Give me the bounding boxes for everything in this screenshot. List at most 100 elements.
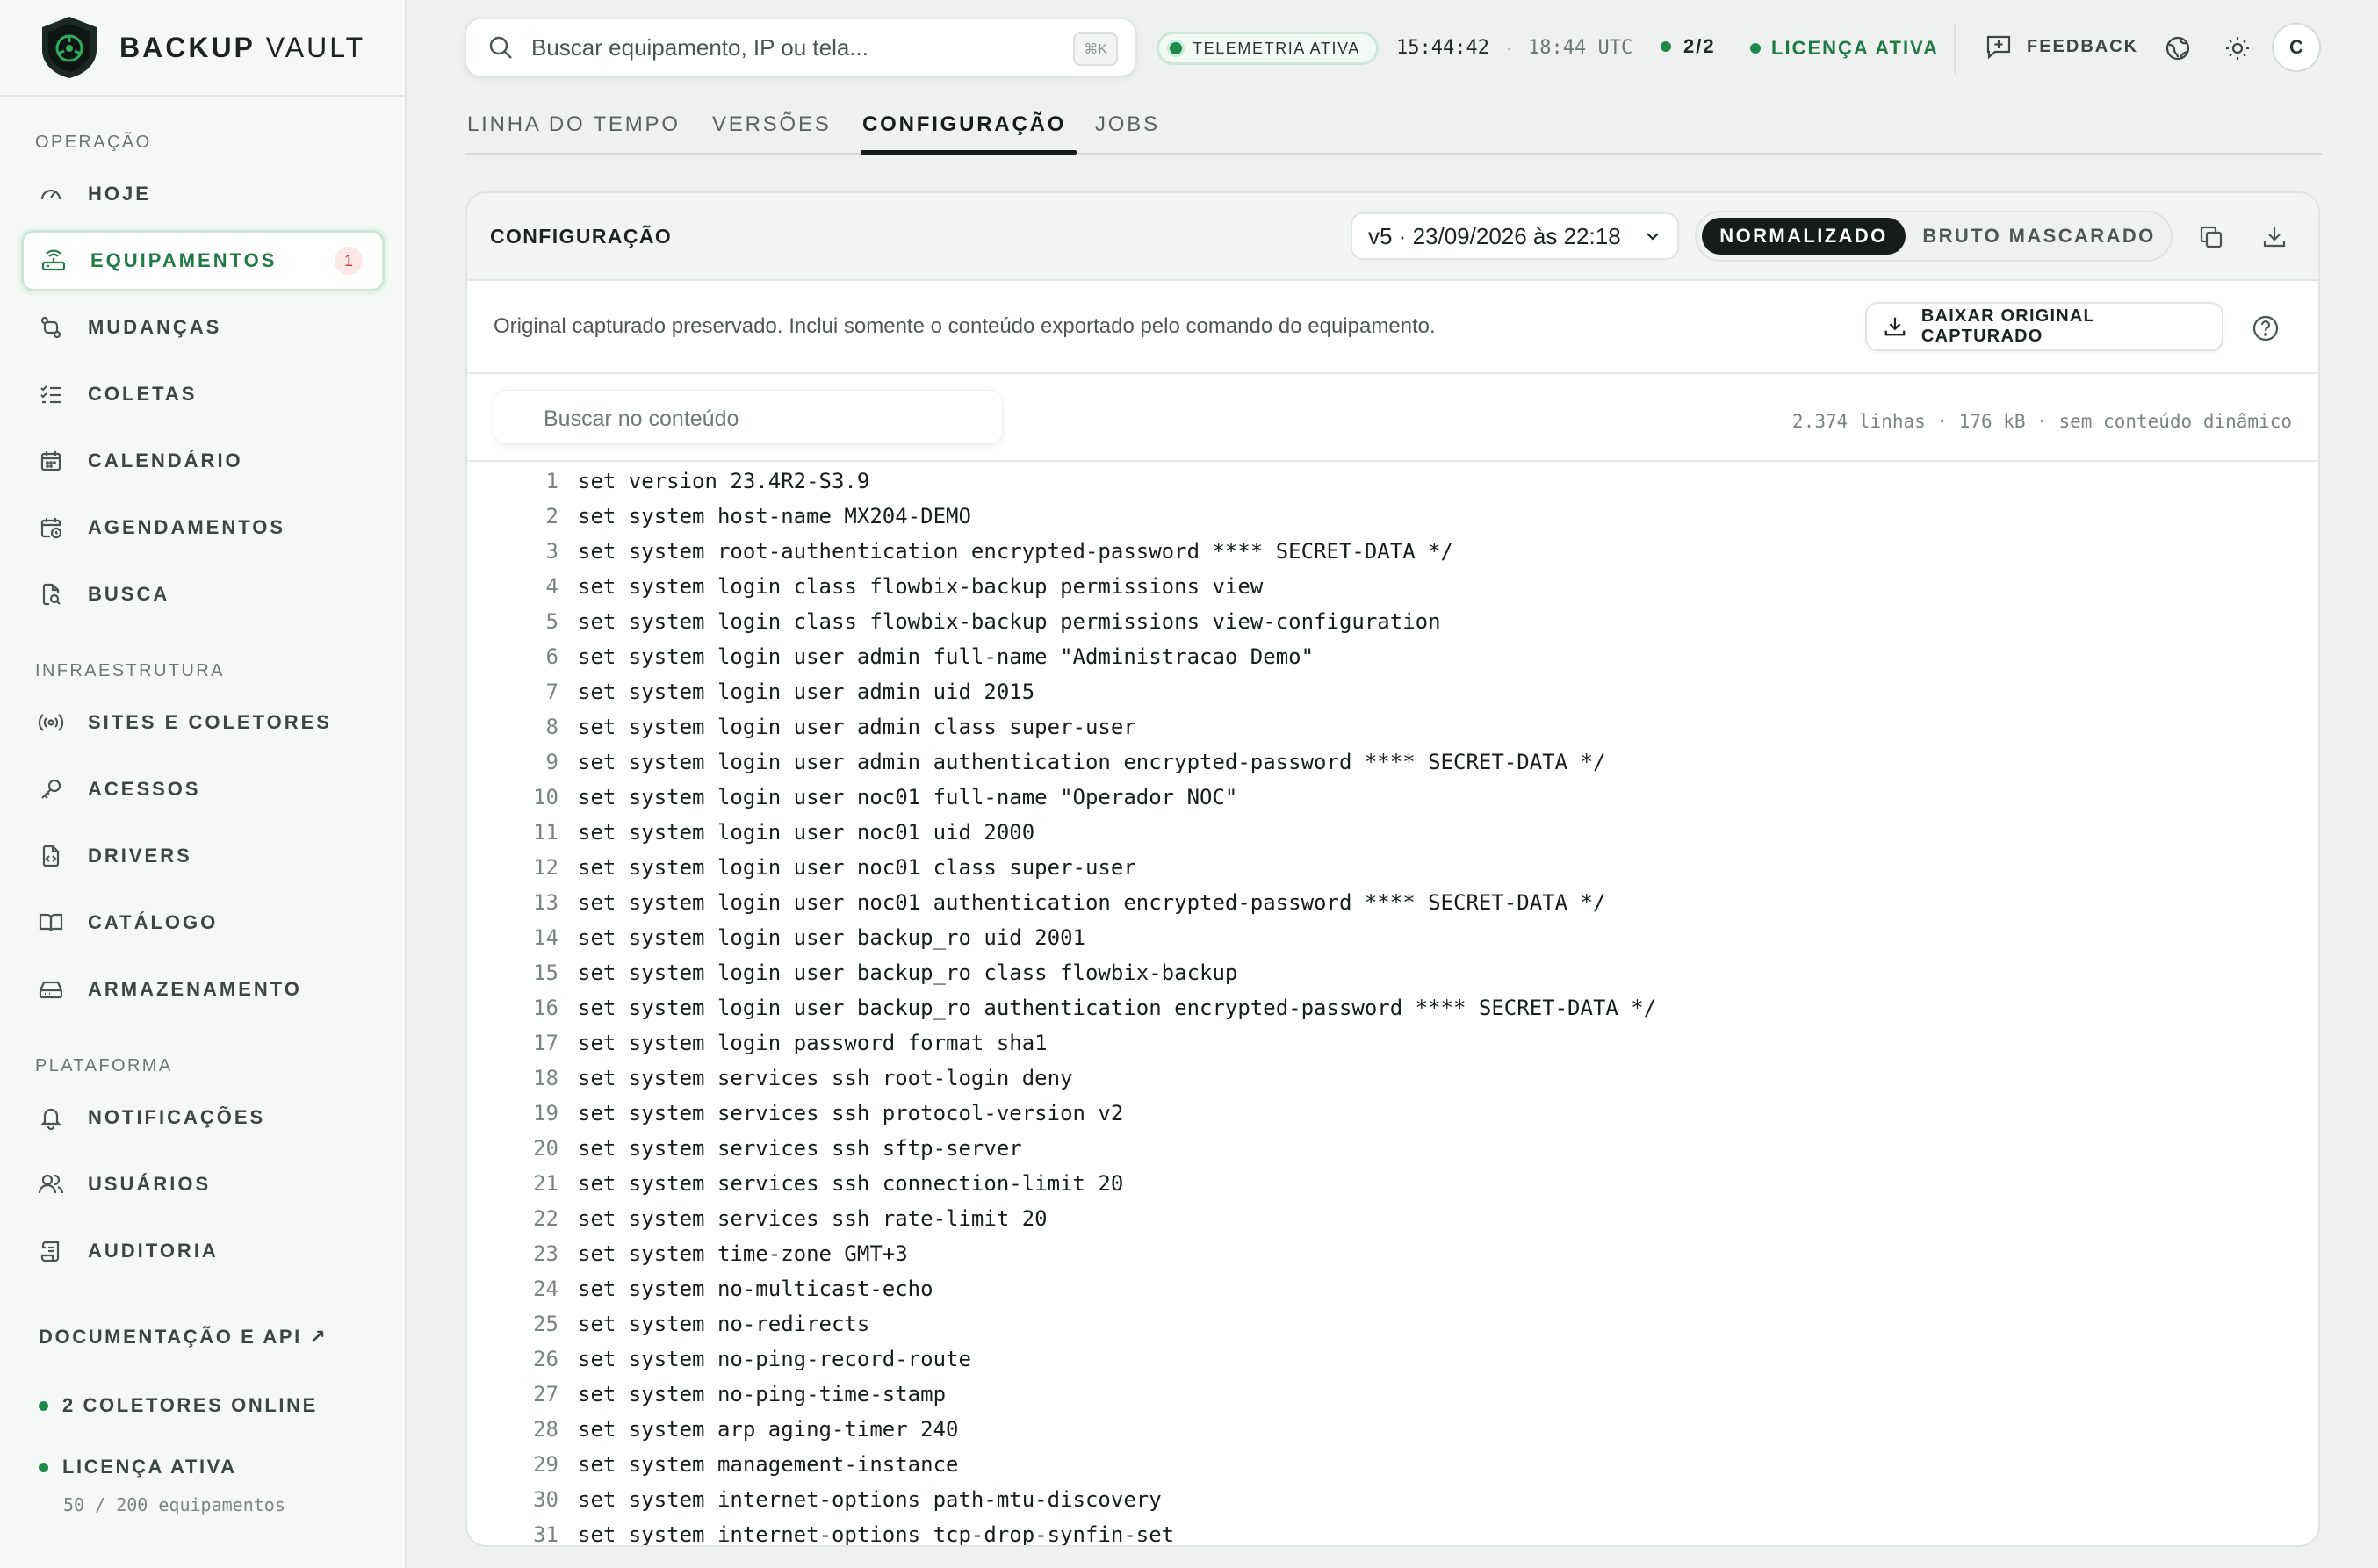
- help-circle-icon[interactable]: [2252, 314, 2280, 342]
- key-icon: [37, 775, 65, 803]
- line-text: set system login user noc01 uid 2000: [578, 820, 1035, 845]
- copy-icon[interactable]: [2194, 219, 2229, 255]
- download-icon[interactable]: [2257, 219, 2292, 255]
- code-line: 10 set system login user noc01 full-name …: [467, 780, 2318, 815]
- vault-shield-logo-icon: [42, 17, 97, 78]
- content-meta: 2.374 linhas · 176 kB · sem conteúdo din…: [1792, 411, 2292, 432]
- sidebar-item-auditoria[interactable]: AUDITORIA: [21, 1220, 385, 1282]
- telemetry-status-pill[interactable]: TELEMETRIA ATIVA: [1157, 32, 1379, 65]
- line-number: 24: [533, 1277, 558, 1301]
- clock-separator: ·: [1506, 37, 1513, 59]
- sidebar-item-calendario[interactable]: CALENDÁRIO: [21, 430, 385, 492]
- download-original-button[interactable]: BAIXAR ORIGINAL CAPTURADO: [1865, 302, 2223, 351]
- line-text: set version 23.4R2-S3.9: [578, 469, 870, 493]
- router-icon: [40, 247, 68, 275]
- version-select[interactable]: v5 · 23/09/2026 às 22:18: [1351, 212, 1679, 260]
- line-number: 29: [533, 1452, 558, 1477]
- scroll-icon: [37, 1237, 65, 1265]
- content-search-input[interactable]: Buscar no conteúdo: [494, 390, 1003, 444]
- line-number: 22: [533, 1206, 558, 1231]
- mode-bruto-mascarado-button[interactable]: BRUTO MASCARADO: [1916, 218, 2162, 255]
- global-search-input[interactable]: Buscar equipamento, IP ou tela... ⌘K: [465, 18, 1137, 77]
- nav-section-infraestrutura: INFRAESTRUTURA: [35, 661, 225, 680]
- line-text: set system no-multicast-echo: [578, 1277, 933, 1301]
- sidebar-item-label: DRIVERS: [88, 845, 192, 867]
- status-dot: [1170, 42, 1182, 54]
- file-search-icon: [37, 580, 65, 608]
- sidebar-item-label: EQUIPAMENTOS: [90, 249, 277, 271]
- sidebar-item-label: ARMAZENAMENTO: [88, 978, 302, 1000]
- code-line: 7 set system login user admin uid 2015: [467, 674, 2318, 709]
- line-number: 14: [533, 925, 558, 950]
- line-text: set system login user admin authenticati…: [578, 750, 1606, 774]
- status-dot: [1661, 41, 1671, 52]
- sidebar-item-notificacoes[interactable]: NOTIFICAÇÕES: [21, 1087, 385, 1148]
- list-check-icon: [37, 380, 65, 408]
- tab-configuracao[interactable]: CONFIGURAÇÃO: [862, 112, 1066, 137]
- code-line: 4 set system login class flowbix-backup p…: [467, 569, 2318, 604]
- detail-tabs: LINHA DO TEMPO VERSÕES CONFIGURAÇÃO JOBS: [465, 97, 2322, 155]
- line-text: set system management-instance: [578, 1452, 959, 1477]
- line-text: set system time-zone GMT+3: [578, 1241, 908, 1266]
- sidebar-item-mudancas[interactable]: MUDANÇAS: [21, 297, 385, 358]
- code-line: 31 set system internet-options tcp-drop-s…: [467, 1517, 2318, 1547]
- sidebar: BACKUP VAULT OPERAÇÃO HOJE EQUIPAMENTOS …: [0, 0, 407, 1568]
- code-line: 2 set system host-name MX204-DEMO: [467, 499, 2318, 534]
- sidebar-item-label: AGENDAMENTOS: [88, 516, 286, 538]
- tab-versoes[interactable]: VERSÕES: [712, 112, 832, 137]
- sidebar-item-label: CALENDÁRIO: [88, 450, 243, 471]
- code-line: 12 set system login user noc01 class supe…: [467, 850, 2318, 885]
- sidebar-item-busca[interactable]: BUSCA: [21, 564, 385, 625]
- config-code-view[interactable]: 1 set version 23.4R2-S3.9 2 set system host…: [467, 464, 2318, 1547]
- sidebar-item-armazenamento[interactable]: ARMAZENAMENTO: [21, 959, 385, 1020]
- user-avatar[interactable]: C: [2272, 23, 2321, 72]
- code-line: 14 set system login user backup_ro uid 20…: [467, 920, 2318, 955]
- line-number: 31: [533, 1522, 558, 1547]
- sidebar-item-equipamentos[interactable]: EQUIPAMENTOS 1: [21, 230, 385, 291]
- sidebar-item-hoje[interactable]: HOJE: [21, 163, 385, 225]
- sidebar-item-drivers[interactable]: DRIVERS: [21, 825, 385, 887]
- code-line: 6 set system login user admin full-name "…: [467, 639, 2318, 674]
- sun-icon[interactable]: [2221, 32, 2254, 65]
- sidebar-item-sites-coletores[interactable]: SITES E COLETORES: [21, 692, 385, 753]
- mode-normalizado-button[interactable]: NORMALIZADO: [1702, 218, 1906, 255]
- code-line: 28 set system arp aging-timer 240: [467, 1412, 2318, 1447]
- tab-jobs[interactable]: JOBS: [1095, 112, 1160, 137]
- collectors-count: 2/2: [1661, 35, 1716, 58]
- line-number: 8: [545, 715, 558, 739]
- line-text: set system services ssh protocol-version…: [578, 1101, 1124, 1126]
- sidebar-item-label: ACESSOS: [88, 778, 201, 800]
- sidebar-item-acessos[interactable]: ACESSOS: [21, 759, 385, 820]
- line-number: 23: [533, 1241, 558, 1266]
- line-text: set system services ssh sftp-server: [578, 1136, 1022, 1161]
- search-placeholder: Buscar equipamento, IP ou tela...: [531, 33, 868, 61]
- line-text: set system root-authentication encrypted…: [578, 539, 1453, 564]
- line-number: 28: [533, 1417, 558, 1442]
- docs-api-link[interactable]: DOCUMENTAÇÃO E API ↗: [39, 1326, 328, 1349]
- code-line: 8 set system login user admin class super…: [467, 709, 2318, 744]
- calendar-clock-icon: [37, 514, 65, 542]
- tab-linha-do-tempo[interactable]: LINHA DO TEMPO: [467, 112, 681, 137]
- sidebar-item-catalogo[interactable]: CATÁLOGO: [21, 892, 385, 953]
- license-status: LICENÇA ATIVA: [39, 1456, 237, 1478]
- line-number: 12: [533, 855, 558, 880]
- sidebar-item-label: COLETAS: [88, 383, 198, 405]
- code-line: 9 set system login user admin authenticat…: [467, 744, 2318, 780]
- feedback-button[interactable]: FEEDBACK: [1985, 33, 2138, 60]
- brand[interactable]: BACKUP VAULT: [0, 0, 405, 97]
- sidebar-item-label: MUDANÇAS: [88, 316, 222, 338]
- line-number: 19: [533, 1101, 558, 1126]
- code-line: 16 set system login user backup_ro authen…: [467, 990, 2318, 1025]
- line-number: 21: [533, 1171, 558, 1196]
- line-number: 26: [533, 1347, 558, 1371]
- globe-icon[interactable]: [2161, 32, 2194, 65]
- content-search-row: Buscar no conteúdo 2.374 linhas · 176 kB…: [467, 374, 2318, 462]
- sidebar-item-usuarios[interactable]: USUÁRIOS: [21, 1154, 385, 1215]
- code-line: 17 set system login password format sha1: [467, 1025, 2318, 1061]
- sidebar-item-coletas[interactable]: COLETAS: [21, 363, 385, 425]
- topbar: Buscar equipamento, IP ou tela... ⌘K TEL…: [408, 0, 2378, 97]
- capture-info-row: Original capturado preservado. Inclui so…: [467, 281, 2318, 374]
- code-line: 15 set system login user backup_ro class …: [467, 955, 2318, 990]
- shortcut-hint: ⌘K: [1073, 32, 1118, 66]
- sidebar-item-agendamentos[interactable]: AGENDAMENTOS: [21, 497, 385, 558]
